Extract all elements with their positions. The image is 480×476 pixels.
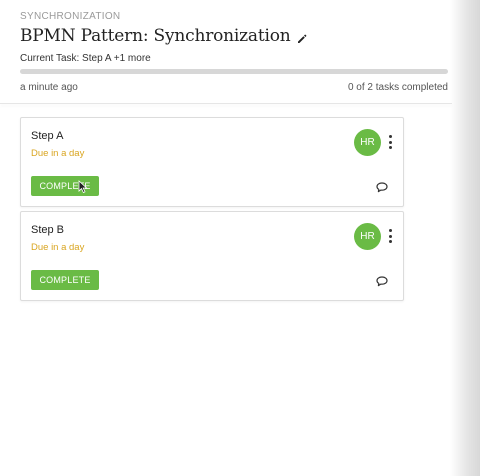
header-divider (0, 103, 452, 104)
kebab-menu-icon[interactable] (387, 135, 393, 149)
assignee-avatar[interactable]: HR (354, 223, 381, 250)
task-due-date: Due in a day (31, 242, 85, 253)
last-updated: a minute ago (20, 82, 78, 93)
current-task-label: Current Task: Step A +1 more (20, 53, 151, 64)
task-title: Step A (31, 130, 64, 142)
tasks-completed-count: 0 of 2 tasks completed (347, 82, 448, 93)
title-row: BPMN Pattern: Synchronization (20, 26, 307, 46)
complete-button[interactable]: COMPLETE (31, 270, 99, 290)
comment-icon[interactable] (376, 180, 388, 193)
section-label: SYNCHRONIZATION (20, 11, 121, 22)
comment-icon[interactable] (376, 274, 388, 287)
page-title: BPMN Pattern: Synchronization (20, 26, 291, 46)
task-card[interactable]: Step A Due in a day HR COMPLETE (20, 117, 404, 207)
progress-bar (20, 69, 448, 74)
pencil-icon[interactable] (297, 31, 307, 43)
kebab-menu-icon[interactable] (387, 229, 393, 243)
task-title: Step B (31, 224, 65, 236)
assignee-avatar[interactable]: HR (354, 129, 381, 156)
complete-button[interactable]: COMPLETE (31, 176, 99, 196)
task-due-date: Due in a day (31, 148, 85, 159)
task-card[interactable]: Step B Due in a day HR COMPLETE (20, 211, 404, 301)
panel-edge-shadow (450, 0, 480, 476)
mouse-cursor-icon (78, 180, 88, 194)
